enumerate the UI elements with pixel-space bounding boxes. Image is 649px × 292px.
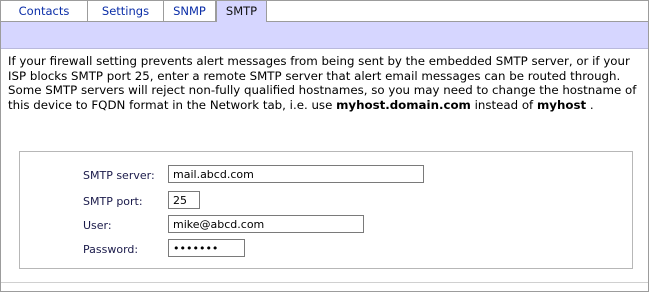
description-text-3: . (586, 97, 594, 112)
user-row: User: (20, 215, 632, 237)
smtp-port-label: SMTP port: (83, 195, 143, 208)
password-row: Password: (20, 239, 632, 261)
tab-settings[interactable]: Settings (88, 1, 164, 21)
password-input[interactable] (168, 239, 245, 257)
user-label: User: (83, 219, 112, 232)
password-label: Password: (83, 243, 139, 256)
smtp-server-input[interactable] (168, 165, 424, 183)
description-text-2: instead of (470, 97, 537, 112)
smtp-description: If your firewall setting prevents alert … (8, 54, 644, 112)
user-input[interactable] (168, 215, 364, 233)
smtp-port-input[interactable] (168, 191, 200, 209)
tab-bar: Contacts Settings SNMP SMTP (1, 1, 648, 22)
panel-bottom-divider (1, 282, 648, 283)
smtp-port-row: SMTP port: (20, 191, 632, 213)
smtp-form: SMTP server: SMTP port: User: Password: (19, 151, 633, 269)
tab-snmp[interactable]: SNMP (164, 1, 216, 21)
tab-contacts[interactable]: Contacts (1, 1, 88, 21)
description-bold-fqdn: myhost.domain.com (336, 97, 471, 112)
smtp-server-label: SMTP server: (83, 169, 155, 182)
smtp-settings-panel: Contacts Settings SNMP SMTP If your fire… (0, 0, 649, 292)
description-bold-host: myhost (536, 97, 587, 112)
tab-smtp[interactable]: SMTP (216, 1, 267, 22)
smtp-server-row: SMTP server: (20, 165, 632, 187)
tab-content-header-band (1, 22, 648, 49)
